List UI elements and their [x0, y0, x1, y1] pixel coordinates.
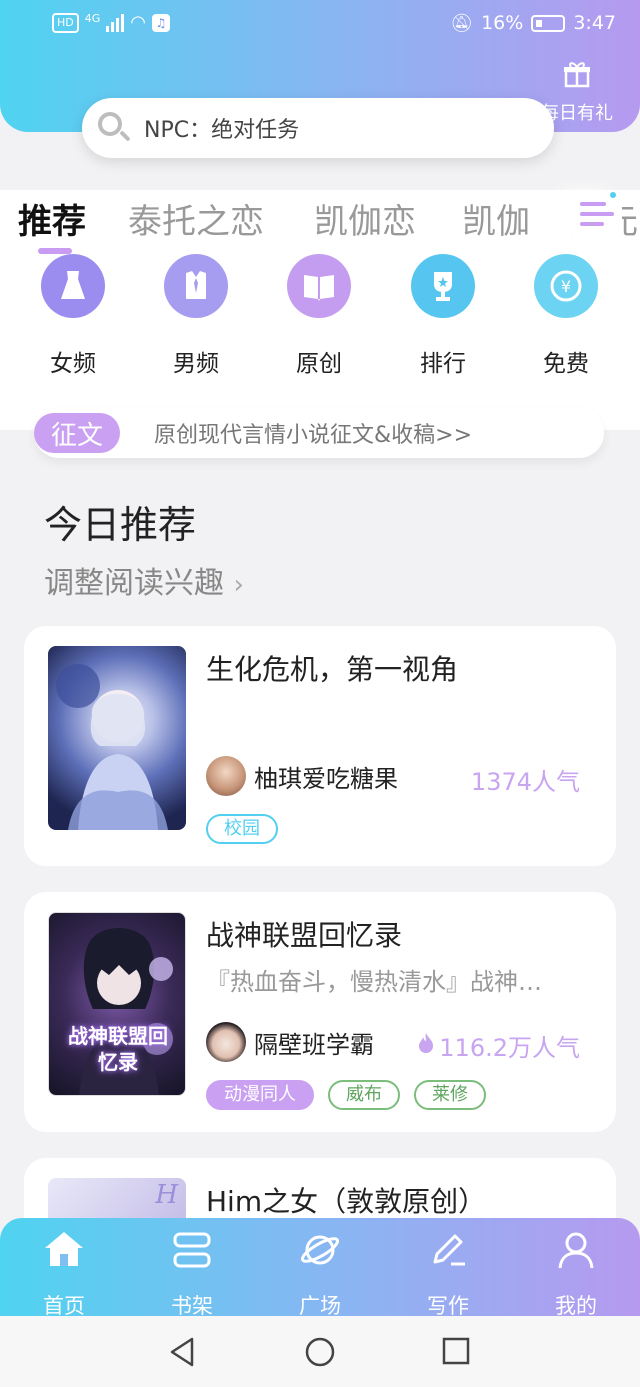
entry-free[interactable]: ¥ 免费	[511, 254, 621, 378]
recents-icon[interactable]	[441, 1336, 471, 1370]
shirt-icon	[164, 254, 228, 318]
entry-ranking-label: 排行	[420, 351, 466, 377]
tab-kaijia-love[interactable]: 凯伽恋	[314, 194, 416, 243]
tag[interactable]: 莱修	[414, 1080, 486, 1110]
battery-percent: 16%	[481, 12, 524, 34]
nav-write[interactable]: 写作	[398, 1230, 498, 1320]
entry-free-label: 免费	[543, 351, 589, 377]
entry-original[interactable]: 原创	[264, 254, 374, 378]
tab-taituo[interactable]: 泰托之恋	[128, 194, 264, 243]
planet-icon	[299, 1230, 341, 1270]
contest-text: 原创现代言情小说征文&收稿>>	[154, 423, 473, 448]
search-icon	[96, 110, 132, 146]
entry-male-label: 男频	[173, 351, 219, 377]
battery-icon	[531, 14, 566, 32]
popularity-value: 116.2万人气	[439, 1034, 580, 1062]
search-placeholder: NPC：绝对任务	[144, 118, 300, 143]
tag-list: 校园	[206, 814, 278, 844]
nav-bookshelf[interactable]: 书架	[142, 1230, 242, 1320]
app-notification-icon: ♫	[152, 13, 170, 32]
book-title: 生化危机，第一视角	[206, 653, 459, 686]
popularity: 1374人气	[471, 762, 580, 797]
network-type: 4G	[84, 12, 101, 25]
gift-icon	[532, 60, 622, 93]
clock: 3:47	[573, 12, 616, 34]
nav-me[interactable]: 我的	[526, 1230, 626, 1320]
nav-home[interactable]: 首页	[14, 1230, 114, 1320]
trophy-icon	[411, 254, 475, 318]
status-bar: HD 4G ◠ ♫ 🔕︎ 16% 3:47	[0, 0, 640, 48]
book-card[interactable]: 战神联盟回忆录 战神联盟回忆录 『热血奋斗，慢热清水』战神… 隔壁班学霸 116…	[24, 892, 616, 1132]
author-info[interactable]: 柚琪爱吃糖果	[206, 756, 398, 796]
entry-female[interactable]: 女频	[18, 254, 128, 378]
entry-male[interactable]: 男频	[141, 254, 251, 378]
home-button-icon[interactable]	[304, 1336, 336, 1372]
bottom-navigation: 首页 书架 广场 写作 我的	[0, 1218, 640, 1318]
section-title: 今日推荐	[44, 503, 197, 547]
hd-indicator: HD	[52, 12, 79, 33]
tag[interactable]: 威布	[328, 1080, 400, 1110]
entry-original-label: 原创	[296, 351, 342, 377]
adjust-interest-label: 调整阅读兴趣	[44, 566, 224, 601]
category-menu-icon[interactable]	[574, 190, 622, 246]
book-icon	[287, 254, 351, 318]
signal-icon	[106, 13, 125, 32]
tag[interactable]: 动漫同人	[206, 1080, 314, 1110]
flame-icon	[417, 1032, 435, 1060]
pen-icon	[427, 1230, 469, 1270]
chevron-right-icon: ›	[233, 570, 244, 600]
book-title: 战神联盟回忆录	[206, 919, 403, 952]
search-bar[interactable]: NPC：绝对任务	[82, 98, 554, 158]
wifi-icon: ◠	[130, 12, 146, 33]
cover-title: 战神联盟回忆录	[68, 1024, 168, 1074]
contest-badge: 征文	[34, 413, 120, 453]
nav-plaza[interactable]: 广场	[270, 1230, 370, 1320]
coin-icon: ¥	[534, 254, 598, 318]
book-cover: 战神联盟回忆录	[48, 912, 186, 1096]
author-name: 隔壁班学霸	[254, 1030, 374, 1059]
avatar	[206, 1022, 246, 1062]
home-icon	[43, 1230, 85, 1270]
entry-female-label: 女频	[50, 351, 96, 377]
book-description: 『热血奋斗，慢热清水』战神…	[206, 968, 542, 996]
back-icon[interactable]	[168, 1336, 198, 1372]
avatar	[206, 756, 246, 796]
system-navigation-bar	[0, 1316, 640, 1387]
bookshelf-icon	[171, 1230, 213, 1270]
dress-icon	[41, 254, 105, 318]
tag-list: 动漫同人 威布 莱修	[206, 1080, 486, 1110]
popularity: 116.2万人气	[417, 1028, 580, 1063]
profile-icon	[555, 1230, 597, 1270]
tab-kaijia[interactable]: 凯伽	[462, 194, 530, 243]
mute-icon: 🔕︎	[450, 12, 474, 34]
entry-ranking[interactable]: 排行	[388, 254, 498, 378]
popularity-value: 1374人气	[470, 768, 580, 796]
book-title: Him之女（敦敦原创）	[206, 1185, 487, 1218]
book-cover	[48, 646, 186, 830]
adjust-interest-link[interactable]: 调整阅读兴趣 ›	[44, 558, 244, 602]
tag[interactable]: 校园	[206, 814, 278, 844]
tab-recommend[interactable]: 推荐	[18, 194, 86, 243]
quick-entries: 女频 男频 原创 排行 ¥ 免费	[0, 254, 640, 430]
category-tabs: 推荐 泰托之恋 凯伽恋 凯伽 赛元	[0, 190, 640, 254]
svg-text:¥: ¥	[561, 277, 571, 296]
book-card[interactable]: 生化危机，第一视角 柚琪爱吃糖果 1374人气 校园	[24, 626, 616, 866]
cover-title: H	[155, 1180, 178, 1210]
contest-banner[interactable]: 征文 原创现代言情小说征文&收稿>>	[34, 408, 604, 458]
author-info[interactable]: 隔壁班学霸	[206, 1022, 374, 1062]
author-name: 柚琪爱吃糖果	[254, 764, 398, 793]
